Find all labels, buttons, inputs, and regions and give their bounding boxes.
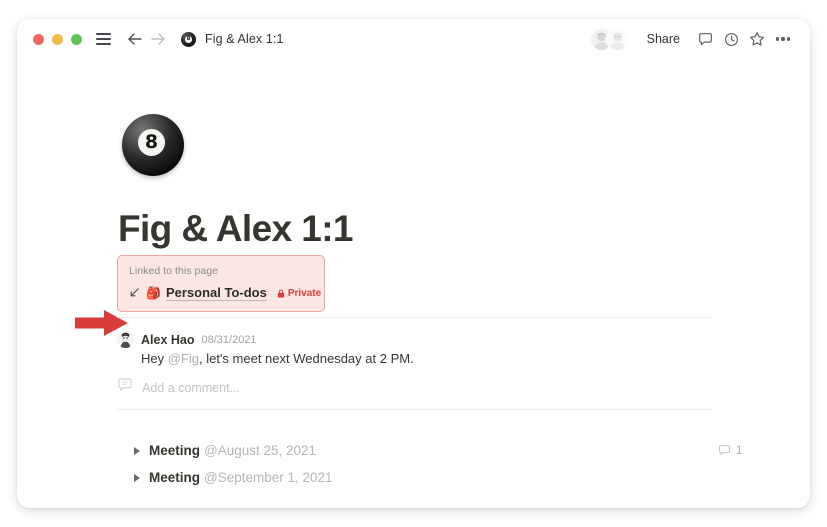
- minimize-button[interactable]: [52, 33, 63, 45]
- add-comment-placeholder: Add a comment...: [142, 380, 240, 395]
- list-item[interactable]: Meeting @August 25, 2021 1: [130, 437, 742, 464]
- page-icon-label: 8: [144, 131, 159, 153]
- linked-page-name[interactable]: Personal To-dos: [165, 285, 267, 301]
- toggle-label: Meeting: [149, 470, 201, 485]
- page-icon-number-circle: 8: [138, 129, 165, 156]
- comment-text-prefix: Hey: [141, 351, 168, 366]
- page-icon-8-ball[interactable]: 8: [122, 114, 184, 176]
- comment-block: Alex Hao 08/31/2021 Hey @Fig, let's meet…: [117, 331, 717, 366]
- arrow-down-left-icon: [129, 287, 140, 300]
- more-dots-icon[interactable]: [770, 26, 796, 52]
- comment-text-suffix: , let's meet next Wednesday at 2 PM.: [199, 351, 414, 366]
- star-icon[interactable]: [744, 26, 770, 52]
- tab-title: Fig & Alex 1:1: [205, 32, 284, 46]
- arrow-left-icon[interactable]: [125, 29, 145, 49]
- caret-right-icon[interactable]: [130, 444, 143, 457]
- divider: [117, 317, 712, 318]
- comment-count-badge[interactable]: 1: [718, 444, 742, 457]
- title-bar: 8 Fig & Alex 1:1 Share: [17, 19, 810, 59]
- comment-icon[interactable]: [692, 26, 718, 52]
- close-button[interactable]: [33, 33, 44, 45]
- toggle-label: Meeting: [149, 443, 201, 458]
- traffic-light-buttons: [33, 33, 82, 45]
- toggle-date-mention[interactable]: @August 25, 2021: [204, 443, 316, 458]
- page-title[interactable]: Fig & Alex 1:1: [118, 208, 354, 250]
- hamburger-icon[interactable]: [96, 33, 111, 45]
- titlebar-actions: Share: [589, 19, 796, 59]
- share-button[interactable]: Share: [641, 28, 686, 50]
- add-comment-input[interactable]: Add a comment...: [117, 377, 240, 398]
- linked-to-this-page-label: Linked to this page: [129, 265, 219, 277]
- arrow-right-icon[interactable]: [148, 29, 168, 49]
- list-item[interactable]: Meeting @September 1, 2021: [130, 464, 730, 491]
- linked-page-row[interactable]: 🎒 Personal To-dos Private: [129, 285, 321, 301]
- avatar[interactable]: [605, 27, 629, 51]
- caret-right-icon[interactable]: [130, 471, 143, 484]
- comment-icon: [719, 445, 730, 456]
- screenshot-root: 8 Fig & Alex 1:1 Share 8 Fig & Alex 1:1 …: [0, 0, 827, 527]
- favicon-label: 8: [185, 35, 192, 43]
- divider: [117, 409, 712, 410]
- comment-text: Hey @Fig, let's meet next Wednesday at 2…: [141, 351, 717, 366]
- backpack-emoji-icon: 🎒: [146, 286, 161, 300]
- comment-header: Alex Hao 08/31/2021: [117, 331, 717, 348]
- toggle-date-mention[interactable]: @September 1, 2021: [204, 470, 333, 485]
- app-window: 8 Fig & Alex 1:1 Share 8 Fig & Alex 1:1 …: [17, 19, 810, 508]
- toggle-list: Meeting @August 25, 2021 1 Meeting @Sept…: [130, 437, 742, 491]
- favicon-8-ball-icon: 8: [181, 31, 196, 47]
- comment-count-label: 1: [736, 444, 743, 457]
- navigation-arrows: [125, 29, 168, 49]
- comment-author: Alex Hao: [141, 332, 195, 347]
- comment-outline-icon: [117, 377, 133, 398]
- collaborator-avatars[interactable]: [589, 27, 629, 51]
- avatar[interactable]: [117, 331, 134, 348]
- private-label: Private: [287, 287, 322, 299]
- clock-icon[interactable]: [718, 26, 744, 52]
- comment-date: 08/31/2021: [201, 333, 257, 346]
- page-content: 8 Fig & Alex 1:1 Linked to this page 🎒 P…: [17, 59, 810, 508]
- status-badge-private: Private: [277, 288, 321, 299]
- linked-to-this-page-callout[interactable]: Linked to this page 🎒 Personal To-dos Pr…: [117, 255, 325, 312]
- comment-mention[interactable]: @Fig: [168, 351, 199, 366]
- zoom-button[interactable]: [71, 33, 82, 45]
- lock-icon: [277, 289, 284, 297]
